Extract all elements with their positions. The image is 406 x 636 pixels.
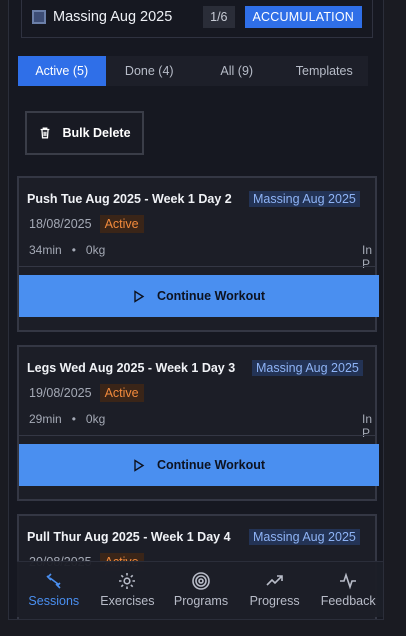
nav-programs[interactable]: Programs bbox=[164, 562, 238, 617]
session-weight: 0kg bbox=[85, 412, 106, 426]
continue-workout-button[interactable]: Continue Workout bbox=[19, 275, 379, 317]
session-date: 18/08/2025 bbox=[29, 217, 92, 231]
mesocycle-name: Massing Aug 2025 bbox=[53, 8, 173, 25]
sessions-icon bbox=[46, 573, 61, 589]
tab-templates[interactable]: Templates bbox=[281, 56, 369, 86]
session-duration: 29min bbox=[29, 412, 62, 426]
continue-workout-label: Continue Workout bbox=[156, 458, 266, 472]
play-icon bbox=[134, 289, 145, 303]
tab-done[interactable]: Done (4) bbox=[106, 56, 194, 86]
play-icon bbox=[134, 458, 145, 472]
tab-all[interactable]: All (9) bbox=[193, 56, 281, 86]
target-icon bbox=[192, 572, 210, 590]
pulse-icon bbox=[340, 572, 357, 590]
nav-sessions[interactable]: Sessions bbox=[17, 562, 91, 617]
nav-exercises-label: Exercises bbox=[100, 594, 155, 608]
session-title: Legs Wed Aug 2025 - Week 1 Day 3 bbox=[27, 361, 236, 375]
mesocycle-checkbox[interactable] bbox=[32, 9, 46, 24]
app-frame: Massing Aug 2025 1/6 ACCUMULATION Active… bbox=[8, 0, 384, 620]
mesocycle-header[interactable]: Massing Aug 2025 1/6 ACCUMULATION bbox=[21, 0, 373, 38]
mesocycle-progress-badge: 1/6 bbox=[203, 5, 235, 28]
nav-feedback[interactable]: Feedback bbox=[311, 562, 383, 617]
status-badge: Active bbox=[99, 384, 144, 402]
nav-progress[interactable]: Progress bbox=[238, 562, 312, 617]
nav-sessions-label: Sessions bbox=[28, 594, 80, 608]
tab-active[interactable]: Active (5) bbox=[18, 56, 106, 86]
session-meso-tag: Massing Aug 2025 bbox=[252, 360, 363, 376]
gear-icon bbox=[119, 573, 136, 589]
session-tabs: Active (5) Done (4) All (9) Templates bbox=[18, 56, 368, 86]
session-weight: 0kg bbox=[85, 243, 106, 257]
session-meso-tag: Massing Aug 2025 bbox=[249, 529, 360, 545]
nav-feedback-label: Feedback bbox=[320, 594, 376, 608]
session-meso-tag: Massing Aug 2025 bbox=[249, 191, 360, 207]
nav-programs-label: Programs bbox=[173, 594, 229, 608]
continue-workout-label: Continue Workout bbox=[156, 289, 266, 303]
meta-separator: • bbox=[71, 243, 76, 257]
session-card[interactable]: Push Tue Aug 2025 - Week 1 Day 2 Massing… bbox=[17, 176, 379, 332]
session-duration: 34min bbox=[29, 243, 62, 257]
status-badge: Active bbox=[99, 215, 144, 233]
nav-progress-label: Progress bbox=[249, 594, 300, 608]
continue-workout-button[interactable]: Continue Workout bbox=[19, 444, 379, 486]
bottom-nav: Sessions Exercises Programs Progress Fee… bbox=[17, 561, 383, 617]
card-divider bbox=[19, 435, 375, 436]
session-title: Pull Thur Aug 2025 - Week 1 Day 4 bbox=[27, 530, 231, 544]
session-date: 19/08/2025 bbox=[29, 386, 92, 400]
meta-separator: • bbox=[71, 412, 76, 426]
trash-icon bbox=[41, 127, 50, 139]
card-divider bbox=[19, 266, 375, 267]
bulk-delete-label: Bulk Delete bbox=[62, 126, 131, 140]
trend-icon bbox=[266, 575, 283, 586]
nav-exercises[interactable]: Exercises bbox=[91, 562, 165, 617]
mesocycle-phase-badge: ACCUMULATION bbox=[244, 5, 362, 28]
bulk-delete-button[interactable]: Bulk Delete bbox=[25, 111, 144, 155]
session-card[interactable]: Legs Wed Aug 2025 - Week 1 Day 3 Massing… bbox=[17, 345, 379, 501]
session-title: Push Tue Aug 2025 - Week 1 Day 2 bbox=[27, 192, 232, 206]
